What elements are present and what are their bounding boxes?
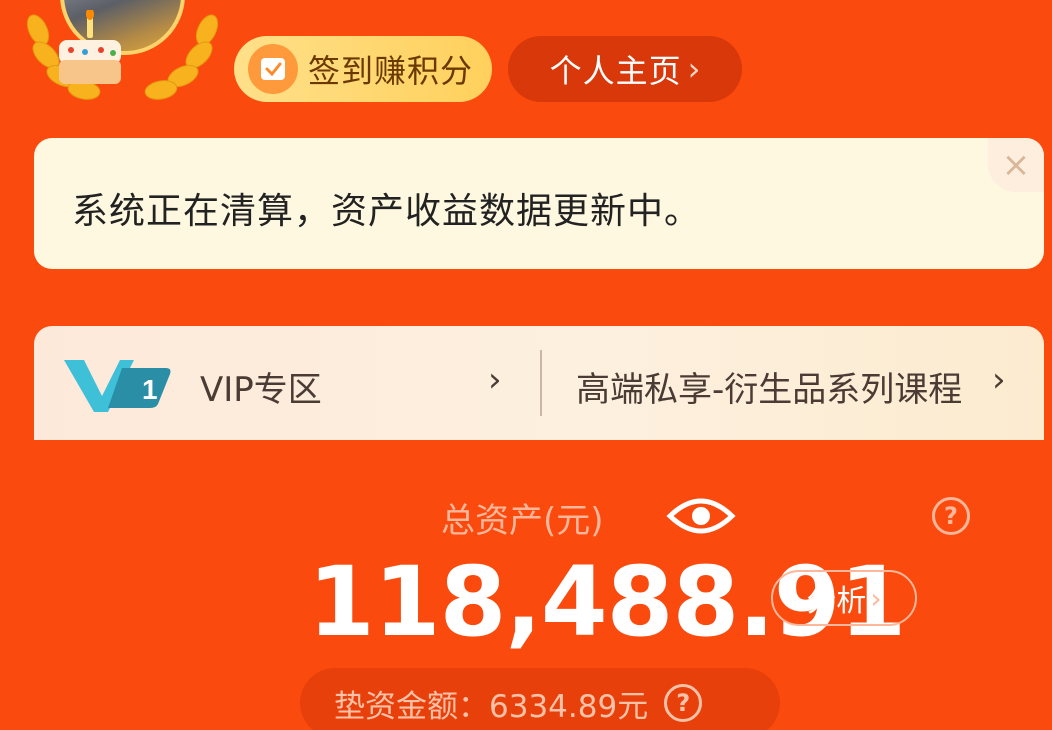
eye-icon[interactable]: [666, 494, 736, 538]
help-icon[interactable]: ?: [664, 684, 703, 722]
close-icon[interactable]: ×: [988, 138, 1044, 192]
vip-panel: 1 VIP专区 › 高端私享-衍生品系列课程 ›: [34, 326, 1044, 440]
profile-button[interactable]: 个人主页 ›: [508, 36, 742, 102]
help-icon[interactable]: ?: [932, 497, 970, 535]
notice-banner: 系统正在清算，资产收益数据更新中。 ×: [34, 138, 1044, 269]
notice-text: 系统正在清算，资产收益数据更新中。: [72, 191, 702, 232]
checkin-icon: [248, 44, 298, 94]
chevron-right-icon[interactable]: ›: [992, 360, 1006, 400]
advance-amount-pill: 垫资金额：6334.89元 ?: [300, 668, 780, 730]
chevron-right-icon[interactable]: ›: [488, 360, 502, 400]
analyze-label: 分析: [806, 584, 867, 619]
chevron-right-icon: ›: [870, 581, 882, 615]
avatar[interactable]: [20, 0, 225, 115]
cake-icon: [59, 10, 121, 84]
checkin-label: 签到赚积分: [308, 52, 474, 90]
course-link[interactable]: 高端私享-衍生品系列课程: [576, 362, 962, 411]
vip-zone-link[interactable]: VIP专区: [200, 362, 322, 411]
checkin-button[interactable]: 签到赚积分: [234, 36, 492, 102]
total-assets-title: 总资产(元): [441, 501, 604, 541]
analyze-button[interactable]: 分析 ›: [771, 570, 917, 626]
vip-logo-icon: 1: [64, 360, 171, 412]
divider: [540, 350, 542, 416]
vip-logo-text: 1: [142, 374, 158, 405]
chevron-right-icon: ›: [687, 50, 701, 88]
profile-label: 个人主页: [549, 52, 682, 90]
advance-amount-text: 垫资金额：6334.89元: [334, 688, 649, 725]
